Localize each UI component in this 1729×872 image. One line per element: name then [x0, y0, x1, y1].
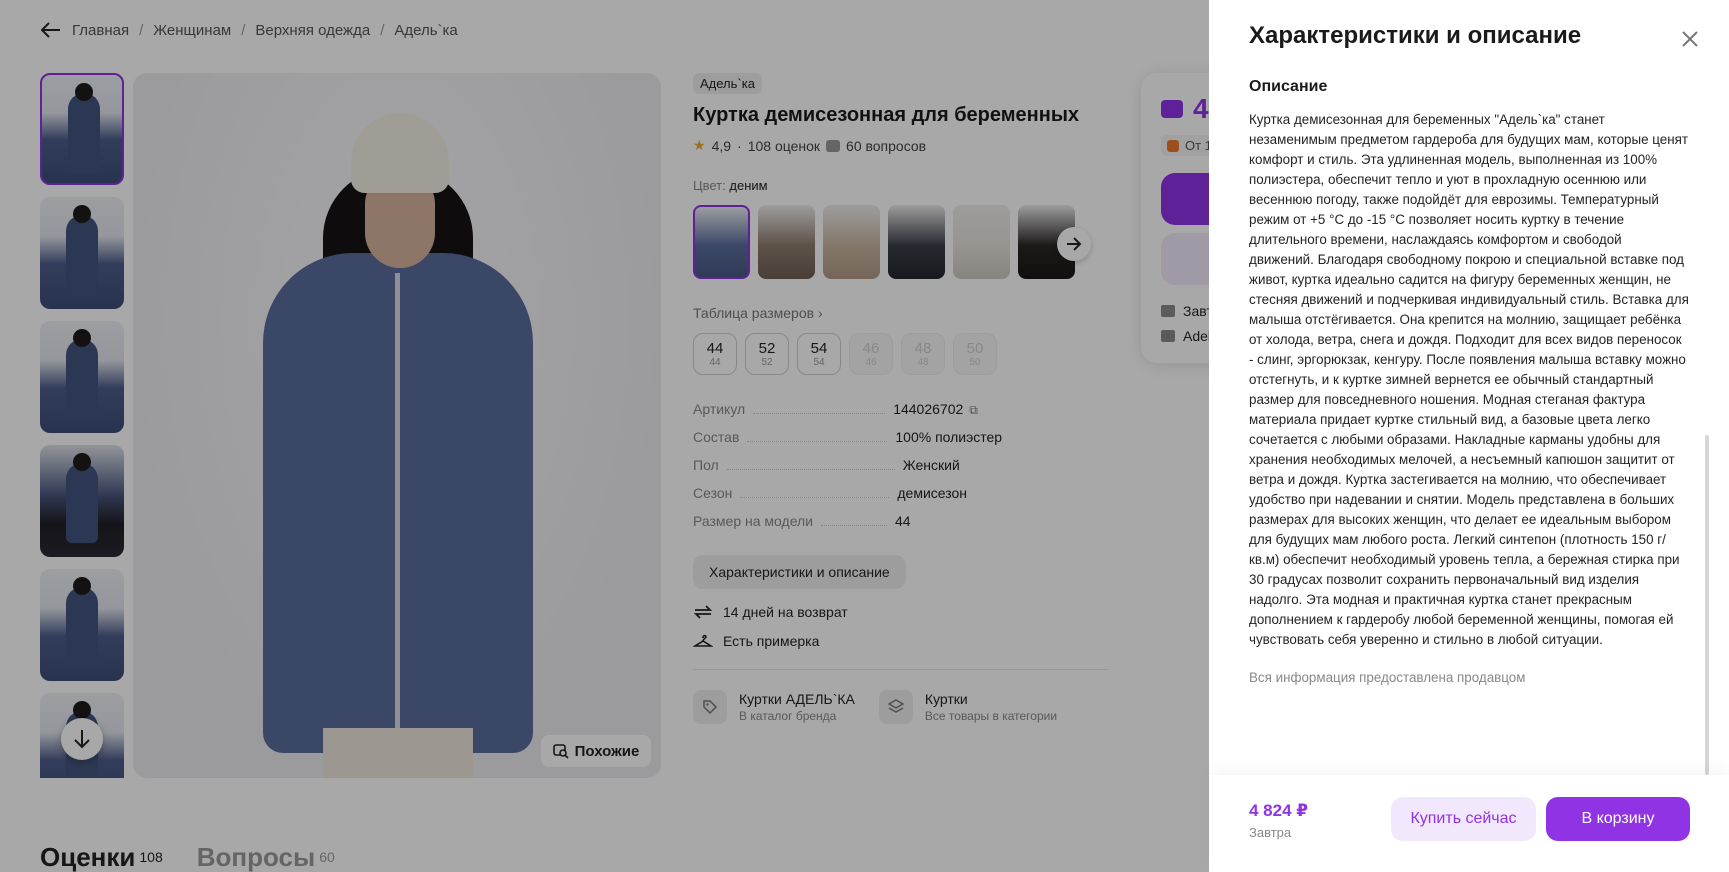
characteristics-panel: Характеристики и описание Описание Куртк… [1209, 0, 1729, 872]
seller-disclaimer: Вся информация предоставлена продавцом [1249, 670, 1526, 685]
close-button[interactable] [1679, 28, 1701, 50]
footer-delivery-date: Завтра [1249, 825, 1292, 840]
description-heading: Описание [1249, 78, 1328, 95]
panel-content: Описание Куртка демисезонная для беремен… [1249, 78, 1689, 768]
close-icon [1682, 31, 1698, 47]
add-to-cart-button[interactable]: В корзину [1546, 797, 1690, 841]
description-text: Куртка демисезонная для беременных "Адел… [1249, 112, 1689, 647]
panel-footer: 4 824 ₽ Завтра Купить сейчас В корзину [1209, 775, 1729, 872]
buy-now-button[interactable]: Купить сейчас [1391, 797, 1536, 841]
footer-price: 4 824 ₽ [1249, 801, 1309, 820]
panel-title: Характеристики и описание [1249, 22, 1582, 49]
panel-scrollbar[interactable] [1705, 435, 1709, 775]
